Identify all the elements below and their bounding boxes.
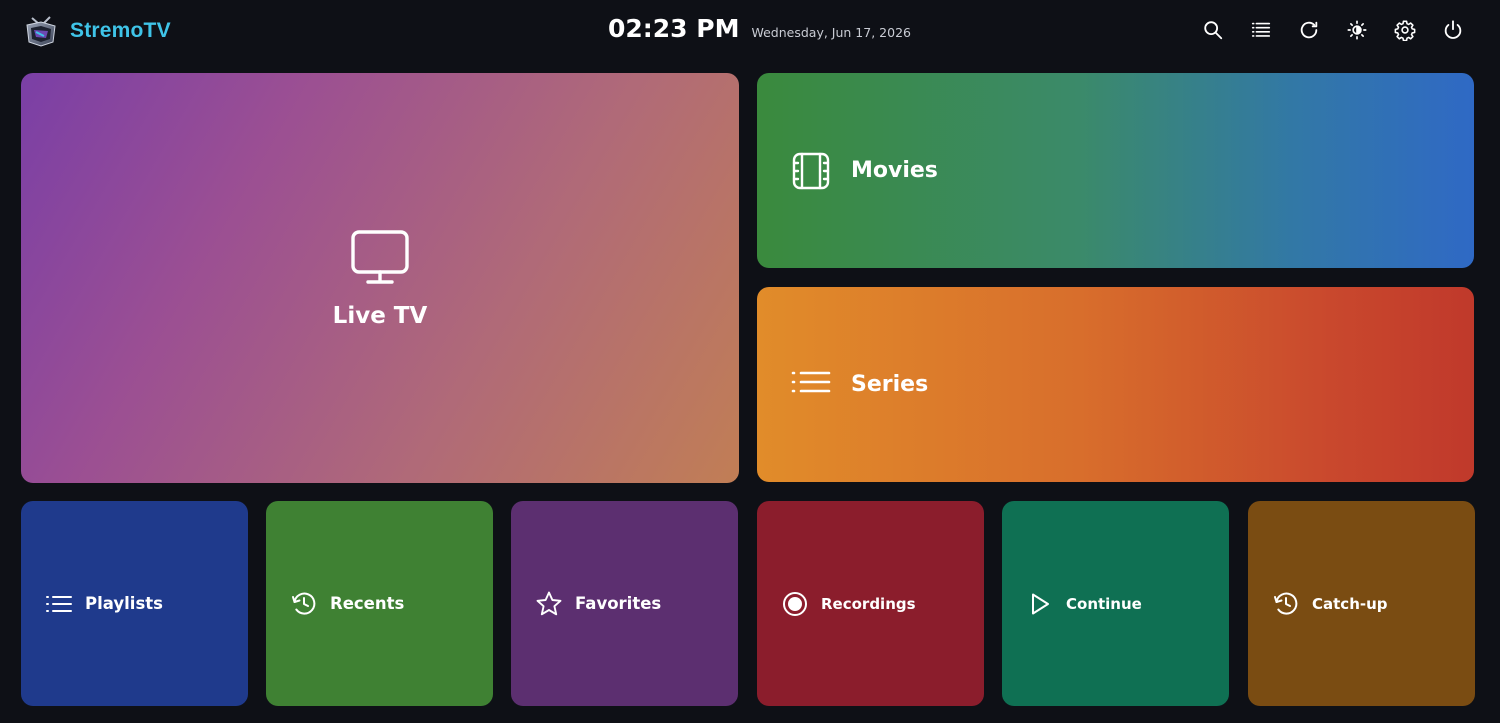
search-button[interactable] xyxy=(1200,17,1226,43)
playlists-label: Playlists xyxy=(85,594,163,613)
power-icon xyxy=(1444,20,1462,39)
catchup-tile[interactable]: Catch-up xyxy=(1248,501,1475,706)
settings-button[interactable] xyxy=(1392,17,1418,43)
movies-label: Movies xyxy=(851,158,938,183)
list-icon xyxy=(1251,22,1271,37)
brand[interactable]: StremoTV xyxy=(22,12,171,50)
app-logo-icon xyxy=(22,12,60,50)
clock-date: Wednesday, Jun 17, 2026 xyxy=(751,25,911,40)
continue-label: Continue xyxy=(1066,594,1142,613)
recents-tile[interactable]: Recents xyxy=(266,501,493,706)
top-bar: StremoTV 02:23 PM Wednesday, Jun 17, 202… xyxy=(0,0,1500,64)
series-label: Series xyxy=(851,372,929,397)
series-tile[interactable]: Series xyxy=(757,287,1474,482)
theme-toggle-button[interactable] xyxy=(1344,17,1370,43)
movies-tile[interactable]: Movies xyxy=(757,73,1474,268)
live-tv-label: Live TV xyxy=(332,303,428,329)
recordings-tile[interactable]: Recordings xyxy=(757,501,984,706)
gear-icon xyxy=(1394,20,1416,41)
history-icon xyxy=(292,592,316,615)
tv-icon xyxy=(351,230,409,284)
refresh-icon xyxy=(1300,21,1318,39)
playlists-tile[interactable]: Playlists xyxy=(21,501,248,706)
list-view-button[interactable] xyxy=(1248,17,1274,43)
search-icon xyxy=(1204,21,1223,40)
clock-time: 02:23 PM xyxy=(608,14,740,43)
refresh-button[interactable] xyxy=(1296,17,1322,43)
favorites-label: Favorites xyxy=(575,594,662,613)
brightness-icon xyxy=(1347,20,1367,40)
recents-label: Recents xyxy=(330,594,405,613)
history-icon xyxy=(1274,592,1298,615)
live-tv-tile[interactable]: Live TV xyxy=(21,73,739,483)
list-icon xyxy=(46,595,72,612)
star-icon xyxy=(536,591,562,615)
favorites-tile[interactable]: Favorites xyxy=(511,501,738,706)
app-name: StremoTV xyxy=(70,19,171,42)
film-icon xyxy=(792,152,830,189)
toolbar xyxy=(1200,17,1466,43)
power-button[interactable] xyxy=(1440,17,1466,43)
record-icon xyxy=(783,591,807,616)
play-icon xyxy=(1032,593,1049,614)
catchup-label: Catch-up xyxy=(1312,594,1388,613)
clock: 02:23 PM Wednesday, Jun 17, 2026 xyxy=(608,14,911,50)
list-icon xyxy=(791,371,831,392)
continue-tile[interactable]: Continue xyxy=(1002,501,1229,706)
recordings-label: Recordings xyxy=(821,594,916,613)
